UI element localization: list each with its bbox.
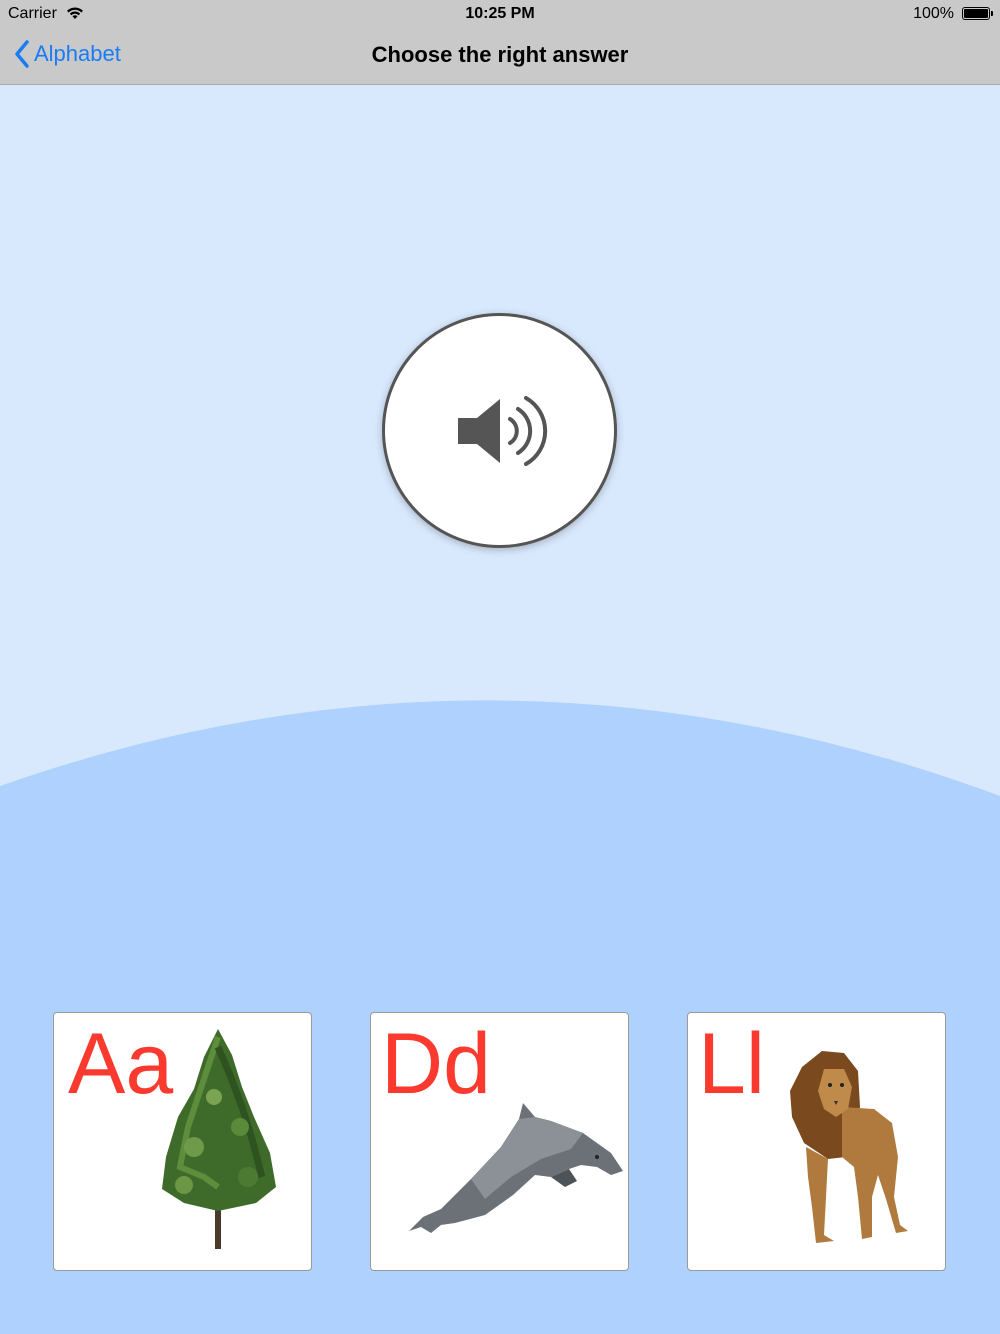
status-bar: Carrier 10:25 PM 100% xyxy=(0,0,1000,28)
answer-card-d[interactable]: Dd xyxy=(370,1012,629,1271)
speaker-icon xyxy=(457,395,547,466)
answer-card-a[interactable]: Aa xyxy=(53,1012,312,1271)
card-letters: Ll xyxy=(698,1016,765,1112)
page-title: Choose the right answer xyxy=(371,42,629,67)
answer-card-l[interactable]: Ll xyxy=(687,1012,946,1271)
card-letters: Dd xyxy=(381,1016,491,1112)
top-bar: Carrier 10:25 PM 100% Alphabet Choose th… xyxy=(0,0,1000,85)
battery-icon xyxy=(962,7,993,20)
tree-image xyxy=(162,1029,276,1249)
clock: 10:25 PM xyxy=(465,5,535,22)
dolphin-image xyxy=(409,1103,623,1233)
lion-image xyxy=(790,1051,908,1243)
navigation-bar: Alphabet Choose the right answer xyxy=(0,28,1000,84)
play-sound-button[interactable] xyxy=(382,313,617,548)
battery-percentage: 100% xyxy=(913,5,954,22)
